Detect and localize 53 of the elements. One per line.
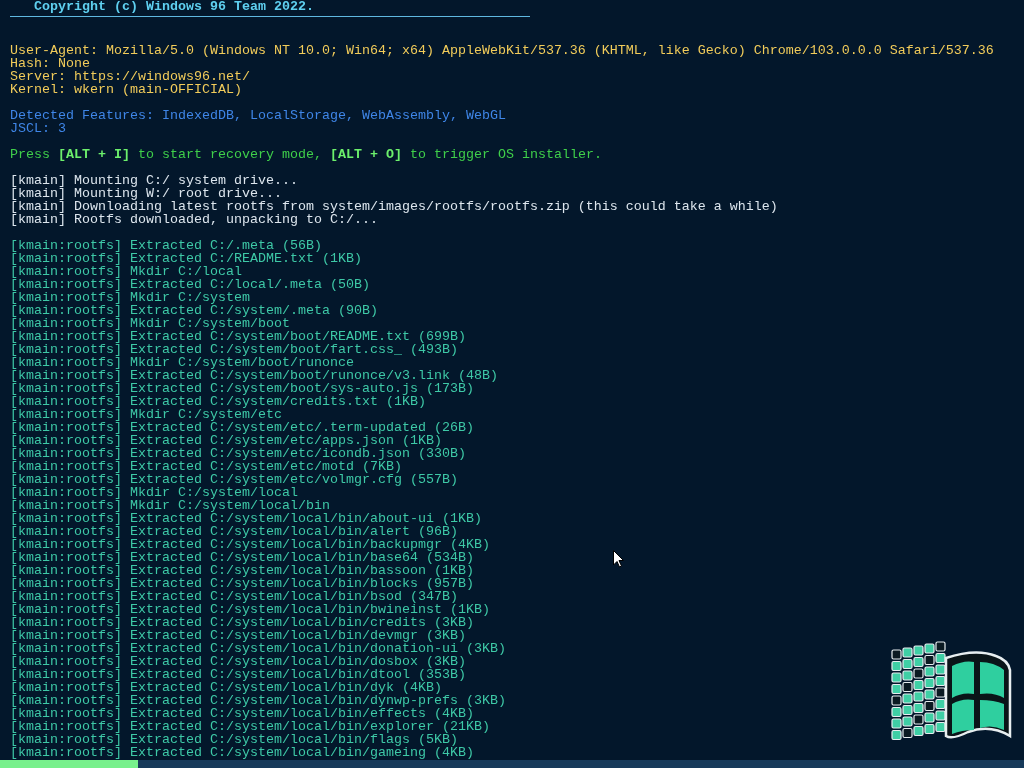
log-line: [kmain:rootfs] Extracted C:/system/local/bin/backupmgr (4KB)	[10, 538, 490, 551]
log-line: [kmain:rootfs] Mkdir C:/system/boot	[10, 317, 290, 330]
feature-line: JSCL: 3	[10, 122, 66, 135]
log-line: [kmain:rootfs] Extracted C:/system/local/bin/bassoon (1KB)	[10, 564, 474, 577]
log-line: [kmain:rootfs] Extracted C:/system/local/bin/devmgr (3KB)	[10, 629, 466, 642]
log-line: [kmain:rootfs] Extracted C:/system/local/bin/bwineinst (1KB)	[10, 603, 490, 616]
log-line: [kmain:rootfs] Extracted C:/system/boot/fart.css_ (493B)	[10, 343, 458, 356]
log-line: [kmain] Mounting W:/ root drive...	[10, 187, 282, 200]
log-line: [kmain:rootfs] Extracted C:/system/local/bin/dynwp-prefs (3KB)	[10, 694, 506, 707]
log-line: [kmain:rootfs] Mkdir C:/local	[10, 265, 242, 278]
cursor-icon	[613, 550, 624, 568]
log-line: [kmain:rootfs] Mkdir C:/system/etc	[10, 408, 282, 421]
log-line: [kmain:rootfs] Extracted C:/system/etc/apps.json (1KB)	[10, 434, 442, 447]
log-line: [kmain:rootfs] Extracted C:/system/credits.txt (1KB)	[10, 395, 426, 408]
copyright-text: Copyright (c) Windows 96 Team 2022.	[33, 0, 314, 13]
info-line: Server: https://windows96.net/	[10, 70, 250, 83]
log-line: [kmain:rootfs] Extracted C:/local/.meta (50B)	[10, 278, 370, 291]
log-line: [kmain:rootfs] Mkdir C:/system/local	[10, 486, 298, 499]
log-line: [kmain:rootfs] Extracted C:/system/etc/volmgr.cfg (557B)	[10, 473, 458, 486]
log-line: [kmain] Mounting C:/ system drive...	[10, 174, 298, 187]
log-line: [kmain:rootfs] Extracted C:/system/local/bin/credits (3KB)	[10, 616, 474, 629]
log-line: [kmain] Downloading latest rootfs from system/images/rootfs/rootfs.zip (this could take a while)	[10, 200, 778, 213]
log-line: [kmain:rootfs] Extracted C:/system/local/bin/flags (5KB)	[10, 733, 458, 746]
info-line: Kernel: wkern (main-OFFICIAL)	[10, 83, 242, 96]
log-line: [kmain:rootfs] Extracted C:/system/local/bin/dtool (353B)	[10, 668, 466, 681]
log-line: [kmain:rootfs] Mkdir C:/system	[10, 291, 250, 304]
log-line: [kmain] Rootfs downloaded, unpacking to C:/...	[10, 213, 378, 226]
feature-line: Detected Features: IndexedDB, LocalStorage, WebAssembly, WebGL	[10, 109, 506, 122]
log-line: [kmain:rootfs] Extracted C:/system/local/bin/gameing (4KB)	[10, 746, 474, 759]
log-line: [kmain:rootfs] Extracted C:/system/local/bin/bsod (347B)	[10, 590, 458, 603]
log-line: [kmain:rootfs] Extracted C:/system/etc/icondb.json (330B)	[10, 447, 466, 460]
log-line: [kmain:rootfs] Extracted C:/system/local/bin/dosbox (3KB)	[10, 655, 466, 668]
log-line: [kmain:rootfs] Extracted C:/README.txt (1KB)	[10, 252, 362, 265]
log-line: [kmain:rootfs] Extracted C:/.meta (56B)	[10, 239, 322, 252]
log-line: [kmain:rootfs] Mkdir C:/system/local/bin	[10, 499, 330, 512]
log-line: [kmain:rootfs] Extracted C:/system/local/bin/base64 (534B)	[10, 551, 474, 564]
log-line: [kmain:rootfs] Extracted C:/system/local/bin/donation-ui (3KB)	[10, 642, 506, 655]
log-line: [kmain:rootfs] Mkdir C:/system/boot/runonce	[10, 356, 354, 369]
log-line: [kmain:rootfs] Extracted C:/system/local/bin/about-ui (1KB)	[10, 512, 482, 525]
log-line: [kmain:rootfs] Extracted C:/system/local/bin/blocks (957B)	[10, 577, 474, 590]
log-line: [kmain:rootfs] Extracted C:/system/local/bin/alert (96B)	[10, 525, 458, 538]
log-line: [kmain:rootfs] Extracted C:/system/.meta (90B)	[10, 304, 378, 317]
log-line: [kmain:rootfs] Extracted C:/system/local/bin/explorer (21KB)	[10, 720, 490, 733]
info-line: User-Agent: Mozilla/5.0 (Windows NT 10.0; Win64; x64) AppleWebKit/537.36 (KHTML, like Gecko) Chrome/103.0.0.0 Safari/537.36	[10, 44, 994, 57]
log-line: [kmain:rootfs] Extracted C:/system/etc/motd (7KB)	[10, 460, 402, 473]
hint-line: Press [ALT + I] to start recovery mode, [ALT + O] to trigger OS installer.	[10, 148, 602, 161]
log-line: [kmain:rootfs] Extracted C:/system/boot/README.txt (699B)	[10, 330, 466, 343]
log-line: [kmain:rootfs] Extracted C:/system/boot/sys-auto.js (173B)	[10, 382, 474, 395]
log-line: [kmain:rootfs] Extracted C:/system/boot/runonce/v3.link (48B)	[10, 369, 498, 382]
log-line: [kmain:rootfs] Extracted C:/system/local/bin/dyk (4KB)	[10, 681, 442, 694]
log-line: [kmain:rootfs] Extracted C:/system/etc/.term-updated (26B)	[10, 421, 474, 434]
info-line: Hash: None	[10, 57, 90, 70]
log-line: [kmain:rootfs] Extracted C:/system/local/bin/effects (4KB)	[10, 707, 474, 720]
